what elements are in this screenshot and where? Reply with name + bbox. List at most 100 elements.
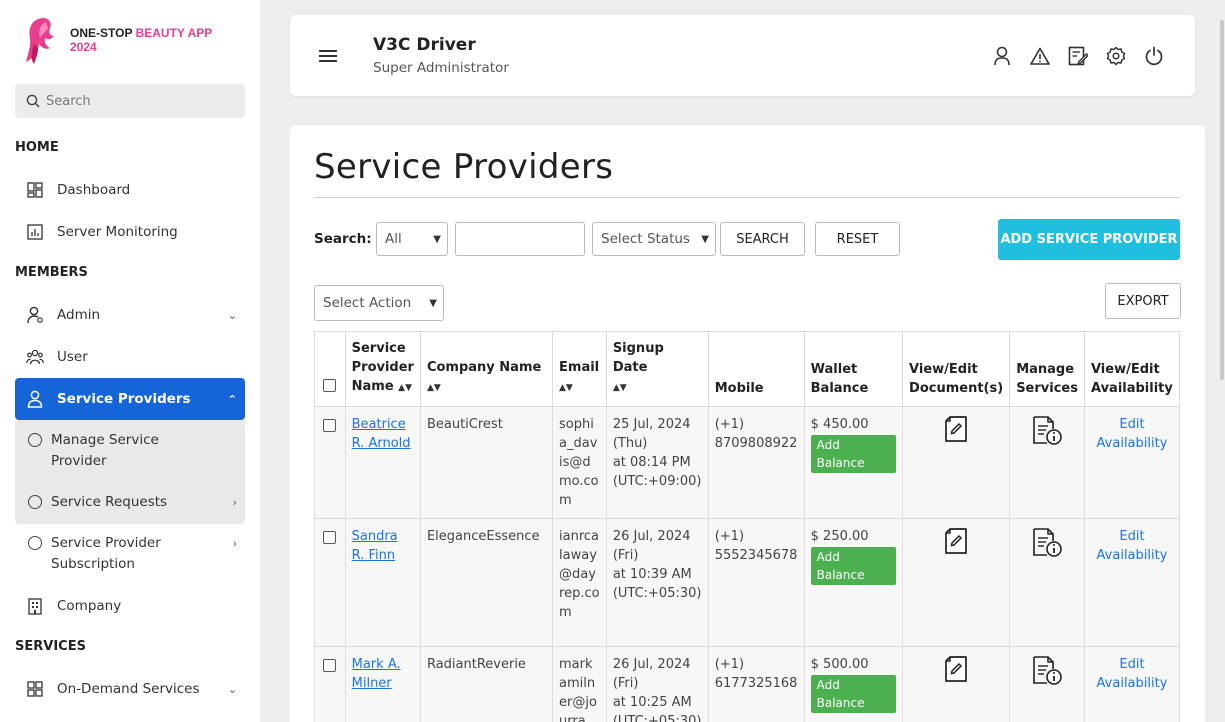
building-icon — [25, 596, 45, 616]
sidebar-search-input[interactable] — [46, 93, 226, 109]
signup-day: (Fri) — [612, 676, 639, 691]
sidebar-item-label: Service Providers — [57, 391, 191, 407]
main-content: Service Providers Search: All ▼ Select St… — [290, 125, 1205, 722]
col-wallet: Wallet Balance — [803, 331, 904, 407]
col-name[interactable]: Service Provider Name ▲▼ — [344, 331, 421, 407]
add-balance-button[interactable]: Add Balance — [810, 675, 897, 713]
sort-icon[interactable]: ▲▼ — [559, 383, 573, 393]
monitor-chart-icon — [25, 222, 45, 242]
grid-icon — [25, 679, 45, 699]
status-select[interactable]: Select Status ▼ — [592, 222, 716, 256]
provider-name-link[interactable]: Sandra R. Finn — [352, 529, 398, 563]
header-label: Manage Services — [1016, 362, 1078, 396]
sort-icon[interactable]: ▲▼ — [398, 383, 412, 393]
search-button[interactable]: SEARCH — [720, 222, 805, 256]
select-value: Select Status — [601, 231, 690, 247]
provider-name-link[interactable]: Mark A. Milner — [352, 657, 401, 691]
document-info-icon[interactable] — [1031, 655, 1063, 687]
col-email[interactable]: Email ▲▼ — [552, 331, 607, 407]
email-cell: ianrcalaway@dayrep.com — [552, 518, 607, 647]
signup-date: 26 Jul, 2024 — [612, 657, 691, 672]
signup-timezone: (UTC:+05:30) — [612, 586, 702, 601]
search-input[interactable] — [455, 222, 585, 256]
add-balance-button[interactable]: Add Balance — [810, 435, 897, 473]
user-icon[interactable] — [991, 45, 1013, 67]
mobile-code: (+1) — [714, 657, 745, 672]
sort-icon[interactable]: ▲▼ — [613, 383, 627, 393]
power-icon[interactable] — [1143, 45, 1165, 67]
sidebar-search[interactable] — [15, 84, 245, 118]
documents-cell — [902, 406, 1011, 519]
sidebar-item-server-monitoring[interactable]: Server Monitoring — [15, 220, 245, 244]
document-edit-icon[interactable] — [943, 415, 969, 443]
select-value: All — [385, 231, 402, 247]
sidebar-item-service-requests[interactable]: Service Requests › — [15, 492, 245, 513]
sidebar-item-user[interactable]: User — [15, 345, 245, 369]
col-company[interactable]: Company Name ▲▼ — [419, 331, 554, 407]
settings-icon[interactable] — [1105, 45, 1127, 67]
select-all-checkbox[interactable] — [323, 379, 337, 392]
documents-cell — [902, 518, 1011, 647]
page-scrollbar[interactable] — [1220, 20, 1224, 380]
col-signup-date[interactable]: Signup Date ▲▼ — [605, 331, 709, 407]
document-edit-icon[interactable] — [943, 655, 969, 683]
bulk-action-select[interactable]: Select Action ▼ — [314, 285, 444, 321]
document-info-icon[interactable] — [1031, 415, 1063, 447]
chevron-down-icon: ⌄ — [227, 308, 237, 322]
select-all-cell — [314, 331, 346, 407]
provider-name-link[interactable]: Beatrice R. Arnold — [352, 417, 411, 451]
alert-icon[interactable] — [1029, 45, 1051, 67]
circle-bullet-icon — [28, 495, 42, 509]
row-select-cell — [314, 518, 346, 647]
add-balance-button[interactable]: Add Balance — [810, 547, 897, 585]
wallet-cell: $ 250.00 Add Balance — [803, 518, 904, 647]
chevron-right-icon: › — [232, 496, 237, 509]
hamburger-menu-icon[interactable] — [318, 49, 338, 63]
header-label: Mobile — [714, 381, 764, 396]
sidebar-item-service-provider-subscription[interactable]: Service Provider Subscription › — [15, 533, 245, 575]
row-checkbox[interactable] — [323, 659, 337, 672]
sidebar: ONE-STOP BEAUTY APP 2024 HOME Dashboard … — [0, 0, 260, 722]
mobile-cell: (+1) 6177325168 — [707, 646, 805, 722]
title-divider — [314, 197, 1180, 198]
wallet-amount: $ 250.00 — [810, 529, 869, 544]
admin-user-icon — [25, 305, 45, 325]
header-label: View/Edit Document(s) — [909, 362, 1004, 396]
sidebar-item-company[interactable]: Company — [15, 594, 245, 618]
edit-availability-link[interactable]: Edit Availability — [1097, 417, 1168, 451]
search-field-select[interactable]: All ▼ — [376, 222, 448, 256]
chevron-up-icon: ⌃ — [227, 392, 237, 406]
sort-icon[interactable]: ▲▼ — [427, 383, 441, 393]
col-manage-services: Manage Services — [1009, 331, 1085, 407]
add-service-provider-button[interactable]: ADD SERVICE PROVIDER — [998, 219, 1180, 260]
app-logo[interactable]: ONE-STOP BEAUTY APP 2024 — [24, 14, 212, 66]
sidebar-item-on-demand-services[interactable]: On-Demand Services ⌄ — [15, 677, 245, 701]
header-label: Signup Date — [612, 341, 664, 375]
chevron-down-icon: ▼ — [701, 233, 709, 245]
sidebar-item-admin[interactable]: Admin ⌄ — [15, 303, 245, 327]
header-subtitle: Super Administrator — [373, 60, 509, 76]
wallet-amount: $ 500.00 — [810, 657, 869, 672]
edit-note-icon[interactable] — [1067, 45, 1089, 67]
availability-cell: Edit Availability — [1083, 646, 1181, 722]
reset-button[interactable]: RESET — [815, 222, 900, 256]
signup-time: at 10:39 AM — [612, 567, 692, 582]
row-checkbox[interactable] — [323, 419, 337, 432]
table-row: Sandra R. Finn EleganceEssence ianrcalaw… — [314, 518, 1181, 647]
document-info-icon[interactable] — [1031, 527, 1063, 559]
mobile-code: (+1) — [714, 529, 745, 544]
edit-availability-link[interactable]: Edit Availability — [1097, 529, 1168, 563]
sidebar-item-label: Service Requests — [51, 494, 168, 510]
services-cell — [1009, 518, 1085, 647]
sidebar-item-label: On-Demand Services — [57, 681, 200, 697]
col-mobile: Mobile — [707, 331, 805, 407]
sidebar-item-manage-service-provider[interactable]: Manage Service Provider — [15, 430, 245, 472]
sidebar-item-service-providers[interactable]: Service Providers ⌃ — [15, 378, 245, 420]
row-checkbox[interactable] — [323, 531, 337, 544]
sidebar-item-dashboard[interactable]: Dashboard — [15, 178, 245, 202]
edit-availability-link[interactable]: Edit Availability — [1097, 657, 1168, 691]
company-cell: RadiantReverie — [419, 646, 554, 722]
chevron-down-icon: ⌄ — [227, 682, 237, 696]
document-edit-icon[interactable] — [943, 527, 969, 555]
export-button[interactable]: EXPORT — [1105, 283, 1181, 319]
